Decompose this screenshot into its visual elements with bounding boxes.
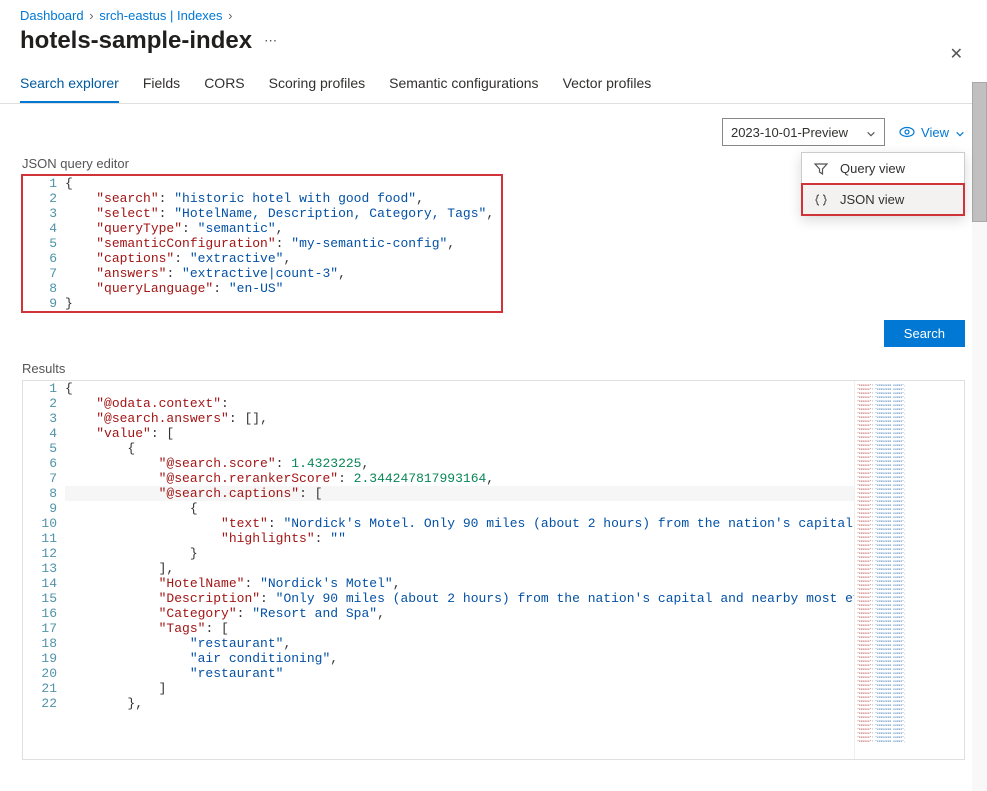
api-version-value: 2023-10-01-Preview: [731, 125, 848, 140]
line-number: 11: [23, 531, 65, 546]
code-line: "@search.captions": [: [65, 486, 854, 501]
breadcrumb: Dashboard › srch-eastus | Indexes ›: [0, 0, 987, 27]
code-line: "captions": "extractive",: [65, 251, 501, 266]
tabs: Search explorer Fields CORS Scoring profile…: [0, 65, 987, 104]
search-button[interactable]: Search: [884, 320, 965, 347]
code-line: {: [65, 381, 854, 396]
line-number: 6: [23, 251, 65, 266]
code-line: "search": "historic hotel with good food…: [65, 191, 501, 206]
line-number: 3: [23, 411, 65, 426]
line-number: 3: [23, 206, 65, 221]
line-number: 17: [23, 621, 65, 636]
line-number: 1: [23, 176, 65, 191]
chevron-down-icon: [955, 127, 965, 137]
braces-icon: [814, 193, 830, 207]
code-line: ]: [65, 681, 854, 696]
line-number: 8: [23, 281, 65, 296]
eye-icon: [899, 125, 915, 139]
line-number: 21: [23, 681, 65, 696]
breadcrumb-link[interactable]: Dashboard: [20, 8, 84, 23]
code-line: "answers": "extractive|count-3",: [65, 266, 501, 281]
code-line: "@odata.context":: [65, 396, 854, 411]
code-line: "select": "HotelName, Description, Categ…: [65, 206, 502, 221]
view-menu: Query view JSON view: [801, 152, 965, 216]
line-number: 10: [23, 516, 65, 531]
code-line: "@search.answers": [],: [65, 411, 854, 426]
code-line: "Tags": [: [65, 621, 854, 636]
line-number: 9: [23, 296, 65, 311]
code-line: "queryType": "semantic",: [65, 221, 501, 236]
code-line: }: [65, 296, 501, 311]
results-label: Results: [0, 355, 987, 380]
line-number: 5: [23, 441, 65, 456]
code-line: "Category": "Resort and Spa",: [65, 606, 854, 621]
line-number: 18: [23, 636, 65, 651]
code-line: "restaurant",: [65, 636, 854, 651]
code-line: "HotelName": "Nordick's Motel",: [65, 576, 854, 591]
more-icon[interactable]: ⋯: [264, 33, 277, 49]
code-line: {: [65, 441, 854, 456]
breadcrumb-link[interactable]: srch-eastus | Indexes: [99, 8, 222, 23]
json-query-editor[interactable]: 1{2 "search": "historic hotel with good …: [22, 175, 502, 312]
line-number: 5: [23, 236, 65, 251]
line-number: 12: [23, 546, 65, 561]
close-icon[interactable]: ✕: [950, 44, 963, 64]
tab-fields[interactable]: Fields: [143, 65, 180, 103]
menu-item-label: JSON view: [840, 192, 904, 207]
code-line: },: [65, 696, 854, 711]
api-version-dropdown[interactable]: 2023-10-01-Preview: [722, 118, 885, 146]
chevron-right-icon: ›: [89, 8, 93, 23]
code-line: "highlights": "": [65, 531, 854, 546]
tab-search-explorer[interactable]: Search explorer: [20, 65, 119, 103]
line-number: 15: [23, 591, 65, 606]
tab-vector-profiles[interactable]: Vector profiles: [563, 65, 652, 103]
line-number: 9: [23, 501, 65, 516]
tab-cors[interactable]: CORS: [204, 65, 244, 103]
code-line: "queryLanguage": "en-US": [65, 281, 501, 296]
scrollbar-thumb[interactable]: [972, 82, 987, 222]
line-number: 7: [23, 266, 65, 281]
code-line: ],: [65, 561, 854, 576]
scrollbar[interactable]: [972, 82, 987, 791]
code-line: "restaurant": [65, 666, 854, 681]
menu-item-query-view[interactable]: Query view: [802, 153, 964, 184]
code-line: "value": [: [65, 426, 854, 441]
code-line: }: [65, 546, 854, 561]
line-number: 14: [23, 576, 65, 591]
chevron-down-icon: [866, 127, 876, 137]
line-number: 19: [23, 651, 65, 666]
minimap[interactable]: "xxxxxx": "xxxxxxxx xxxxx","xxxxxx": "xx…: [854, 381, 964, 759]
code-line: {: [65, 501, 854, 516]
line-number: 13: [23, 561, 65, 576]
line-number: 6: [23, 456, 65, 471]
line-number: 1: [23, 381, 65, 396]
line-number: 4: [23, 426, 65, 441]
chevron-right-icon: ›: [228, 8, 232, 23]
code-line: "Description": "Only 90 miles (about 2 h…: [65, 591, 854, 606]
code-line: "semanticConfiguration": "my-semantic-co…: [65, 236, 501, 251]
tab-semantic-configurations[interactable]: Semantic configurations: [389, 65, 538, 103]
line-number: 8: [23, 486, 65, 501]
results-viewer[interactable]: 1{2 "@odata.context":3 "@search.answers"…: [23, 381, 854, 759]
tab-scoring-profiles[interactable]: Scoring profiles: [269, 65, 366, 103]
code-line: "@search.score": 1.4323225,: [65, 456, 854, 471]
filter-icon: [814, 162, 830, 176]
line-number: 20: [23, 666, 65, 681]
line-number: 7: [23, 471, 65, 486]
line-number: 2: [23, 191, 65, 206]
code-line: "@search.rerankerScore": 2.3442478179931…: [65, 471, 854, 486]
code-line: "text": "Nordick's Motel. Only 90 miles …: [65, 516, 854, 531]
code-line: {: [65, 176, 501, 191]
code-line: "air conditioning",: [65, 651, 854, 666]
view-button-label: View: [921, 125, 949, 140]
page-title: hotels-sample-index: [20, 27, 252, 55]
menu-item-label: Query view: [840, 161, 905, 176]
line-number: 22: [23, 696, 65, 711]
view-button[interactable]: View: [899, 125, 965, 140]
menu-item-json-view[interactable]: JSON view: [802, 184, 964, 215]
line-number: 4: [23, 221, 65, 236]
line-number: 16: [23, 606, 65, 621]
line-number: 2: [23, 396, 65, 411]
